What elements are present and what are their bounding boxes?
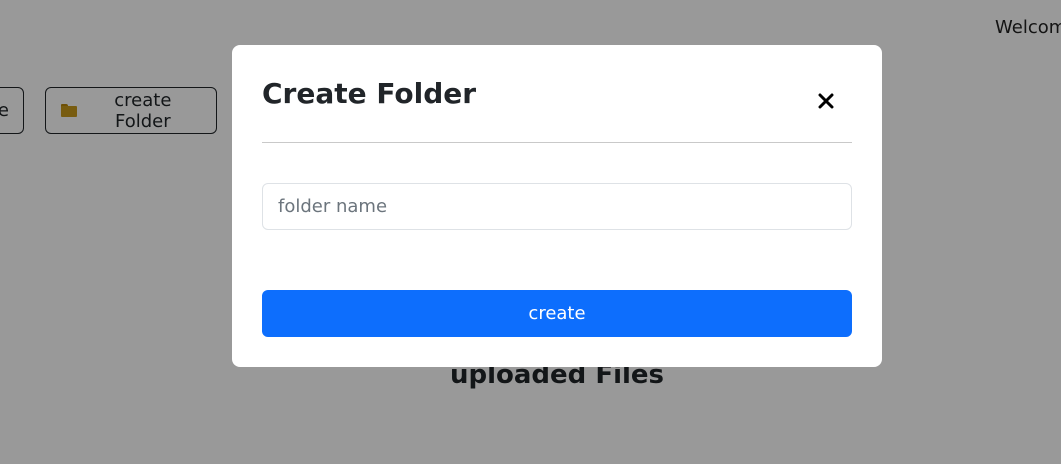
close-icon [818,93,834,109]
close-button[interactable] [810,85,842,117]
modal-divider [262,142,852,143]
folder-name-input[interactable] [262,183,852,230]
create-button[interactable]: create [262,290,852,337]
modal-title: Create Folder [262,77,477,110]
create-folder-modal: Create Folder create [232,45,882,367]
